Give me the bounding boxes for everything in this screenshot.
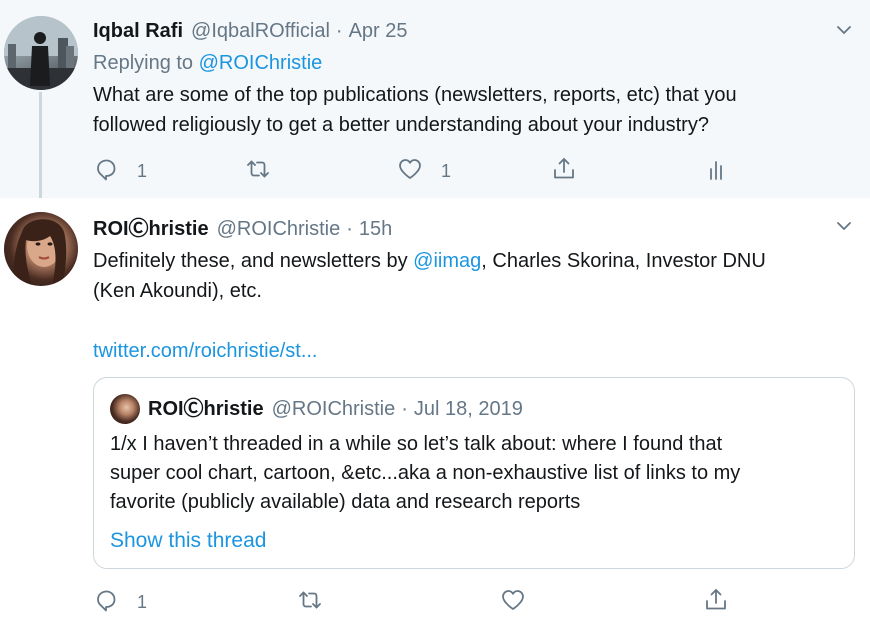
reply-count: 1 (137, 161, 148, 181)
replying-prefix: Replying to (93, 52, 194, 74)
tweet-parent[interactable]: Iqbal Rafi @IqbalROfficial · Apr 25 Repl… (0, 0, 870, 204)
tweet-text-segment: , Charles Skorina, Investor DNU (481, 250, 766, 272)
tweet-text-line: (Ken Akoundi), etc. (93, 280, 262, 302)
timestamp: Jul 18, 2019 (413, 398, 523, 420)
analytics-icon (703, 156, 729, 187)
tweet-text-line: followed religiously to get a better und… (93, 114, 709, 136)
tweet-reply[interactable]: ROIⒸhristie @ROIChristie · 15h Definitel… (0, 198, 870, 630)
tweet-text-segment: Definitely these, and newsletters by (93, 250, 414, 272)
tweet-actions: 1 1 (93, 156, 793, 186)
share-button[interactable] (703, 587, 729, 618)
tweet-text-line: Definitely these, and newsletters by @ii… (93, 246, 854, 276)
retweet-button[interactable] (297, 587, 323, 618)
reply-icon (93, 587, 119, 618)
tweet-header: ROIⒸhristie @ROIChristie · 15h (93, 216, 854, 242)
user-handle[interactable]: @IqbalROfficial (191, 18, 330, 44)
thread-connector-line (39, 92, 42, 204)
reply-count: 1 (137, 592, 148, 612)
separator: · (335, 20, 343, 42)
display-name: ROIⒸhristie (148, 398, 264, 420)
replying-to: Replying to @ROIChristie (93, 50, 854, 76)
user-handle[interactable]: @ROIChristie (217, 216, 341, 242)
tweet-actions: 1 (93, 587, 793, 617)
url-link[interactable]: twitter.com/roichristie/st... (93, 336, 854, 366)
separator: · (401, 398, 408, 420)
tweet-text-line: super cool chart, cartoon, &etc...aka a … (110, 462, 741, 484)
timestamp[interactable]: 15h (359, 216, 392, 242)
avatar (110, 394, 140, 424)
reply-button[interactable]: 1 (93, 587, 147, 618)
tweet-text: What are some of the top publications (n… (93, 80, 854, 140)
avatar[interactable] (4, 212, 78, 286)
timestamp[interactable]: Apr 25 (349, 18, 408, 44)
like-button[interactable]: 1 (397, 156, 451, 187)
tweet-text: Definitely these, and newsletters by @ii… (93, 246, 854, 366)
avatar[interactable] (4, 16, 78, 90)
tweet-header: Iqbal Rafi @IqbalROfficial · Apr 25 (93, 18, 854, 44)
share-button[interactable] (551, 156, 577, 187)
retweet-icon (297, 587, 323, 618)
display-name[interactable]: Iqbal Rafi (93, 18, 183, 44)
quoted-tweet[interactable]: ROIⒸhristie @ROIChristie · Jul 18, 2019 … (93, 377, 855, 569)
heart-icon (500, 587, 526, 618)
analytics-button[interactable] (703, 156, 729, 187)
tweet-text-line: What are some of the top publications (n… (93, 84, 737, 106)
mention-link[interactable]: @iimag (413, 250, 481, 272)
tweet-text-line: favorite (publicly available) data and r… (110, 491, 581, 513)
quoted-tweet-header: ROIⒸhristie @ROIChristie · Jul 18, 2019 (110, 394, 523, 424)
retweet-button[interactable] (245, 156, 271, 187)
share-icon (703, 587, 729, 618)
show-thread-link[interactable]: Show this thread (110, 527, 266, 555)
like-button[interactable] (500, 587, 526, 618)
display-name[interactable]: ROIⒸhristie (93, 216, 209, 242)
replying-to-mention[interactable]: @ROIChristie (199, 52, 323, 74)
reply-button[interactable]: 1 (93, 156, 147, 187)
retweet-icon (245, 156, 271, 187)
chevron-down-icon[interactable] (834, 20, 854, 40)
tweet-text-line: 1/x I haven’t threaded in a while so let… (110, 433, 723, 455)
share-icon (551, 156, 577, 187)
chevron-down-icon[interactable] (834, 216, 854, 236)
reply-icon (93, 156, 119, 187)
quoted-tweet-text: 1/x I haven’t threaded in a while so let… (110, 430, 838, 517)
like-count: 1 (441, 161, 452, 181)
heart-icon (397, 156, 423, 187)
separator: · (346, 218, 353, 240)
user-handle: @ROIChristie (271, 398, 396, 420)
